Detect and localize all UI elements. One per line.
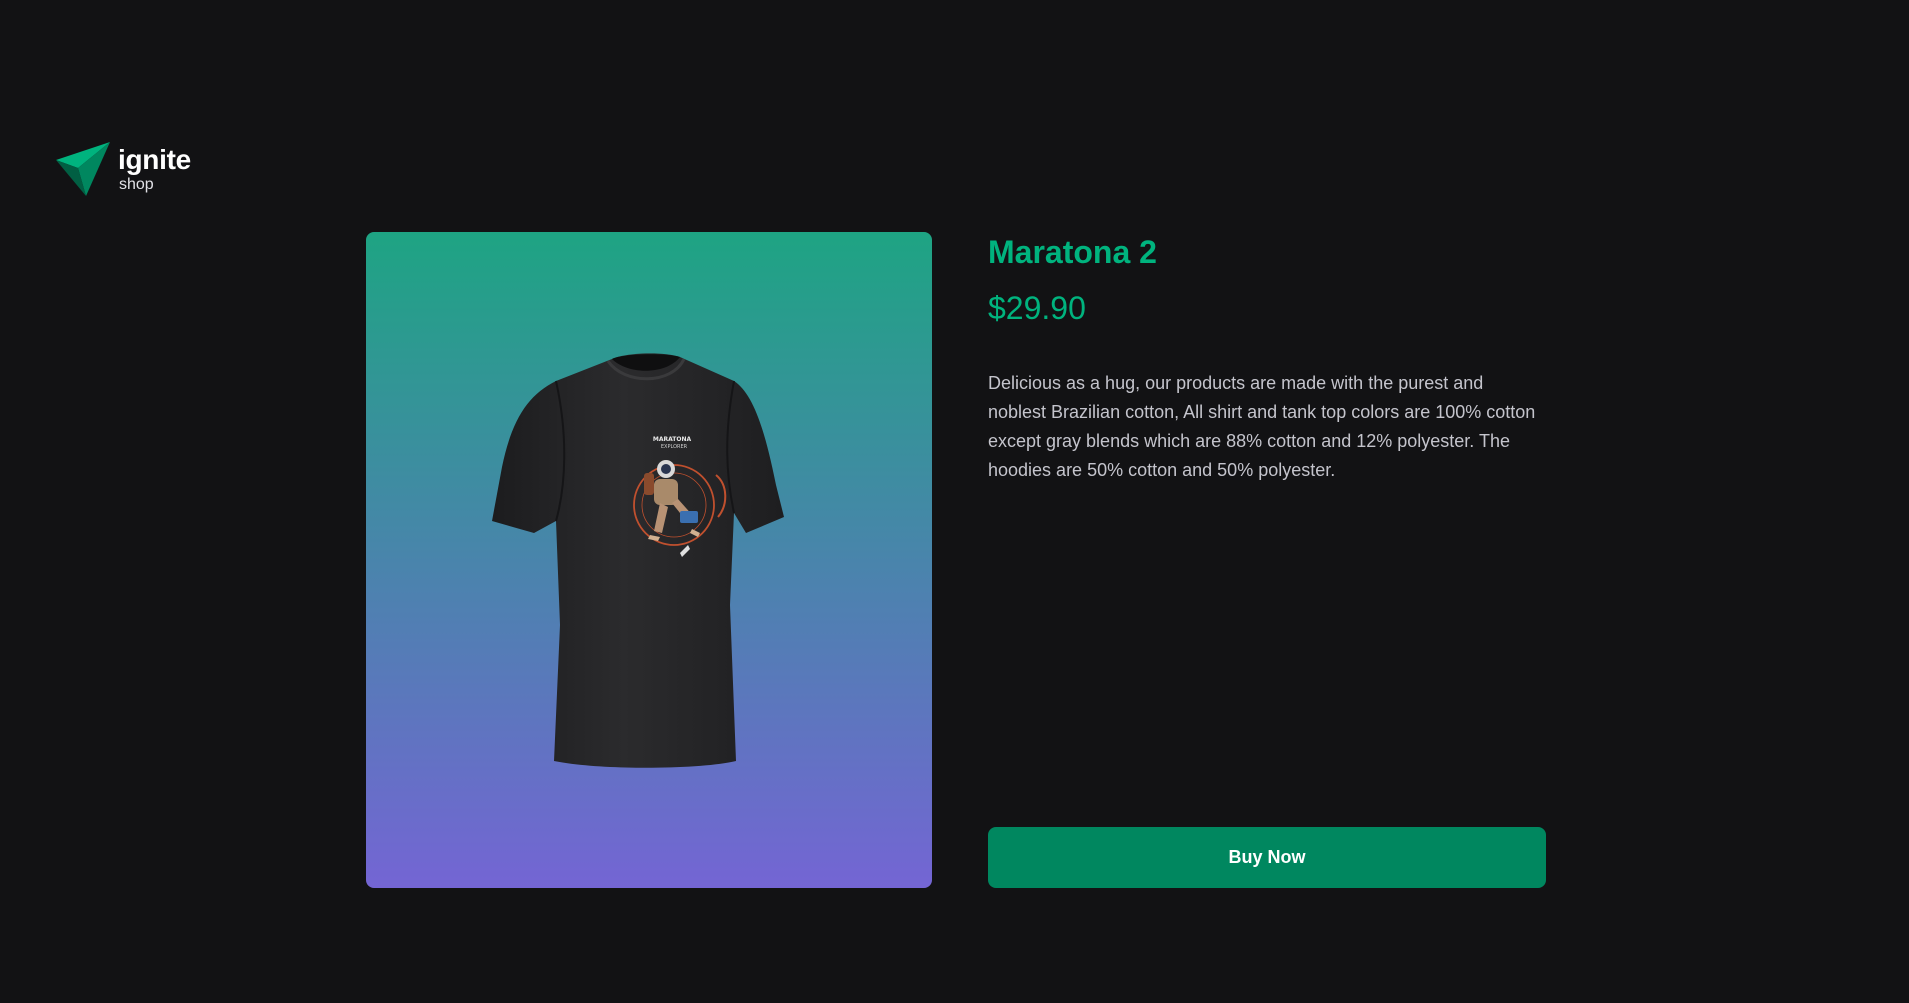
product-description: Delicious as a hug, our products are mad…: [988, 373, 1536, 480]
logo-text: ignite shop: [118, 143, 191, 193]
buy-now-button[interactable]: Buy Now: [988, 827, 1546, 888]
product-image-container: MARATONA EXPLORER: [366, 232, 932, 888]
logo-subtitle: shop: [119, 175, 154, 193]
product-details: Maratona 2 $29.90 Delicious as a hug, ou…: [988, 232, 1546, 888]
product-price: $29.90: [988, 289, 1086, 326]
product-page: ignite shop MARATONA EXPLORER Maratona 2…: [0, 0, 1909, 1003]
logo-link[interactable]: ignite shop: [56, 142, 191, 196]
logo-title: ignite: [118, 143, 191, 175]
shirt-print-line-2: EXPLORER: [661, 444, 688, 450]
ignite-logo-icon: [56, 142, 110, 196]
t-shirt-image: MARATONA EXPLORER: [492, 353, 784, 768]
header: ignite shop: [56, 142, 191, 196]
product-name: Maratona 2: [988, 234, 1157, 270]
shirt-print-line-1: MARATONA: [653, 436, 692, 443]
